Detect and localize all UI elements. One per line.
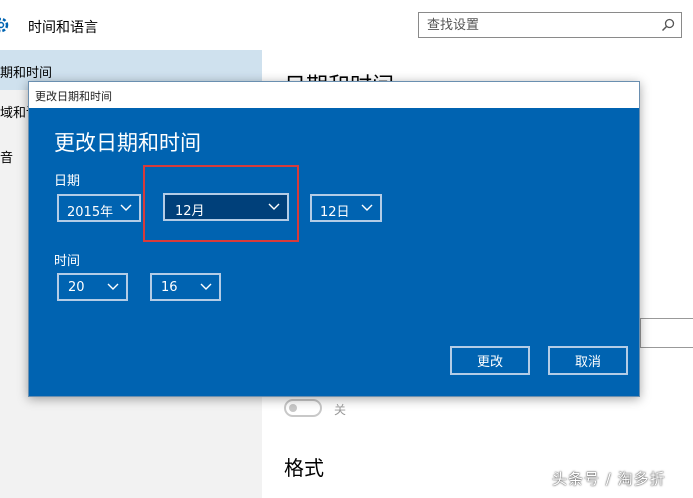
chevron-down-icon (120, 204, 132, 211)
chevron-down-icon (361, 204, 373, 211)
sidebar-item-label: 音 (0, 151, 14, 166)
hour-value: 20 (68, 280, 85, 295)
change-button[interactable]: 更改 (450, 346, 530, 375)
hour-dropdown[interactable]: 20 (57, 273, 128, 301)
cancel-button[interactable]: 取消 (548, 346, 628, 375)
time-label: 时间 (54, 254, 81, 269)
gear-icon (0, 17, 9, 33)
search-icon[interactable] (661, 18, 675, 32)
chevron-down-icon (200, 283, 212, 290)
year-value: 2015年 (67, 205, 114, 220)
dialog-window-title: 更改日期和时间 (35, 90, 112, 103)
highlight-box (143, 165, 299, 242)
change-datetime-dialog: 更改日期和时间 更改日期和时间 日期 2015年 12月 12日 时间 20 1… (28, 81, 640, 397)
chevron-down-icon (107, 283, 119, 290)
minute-value: 16 (161, 280, 178, 295)
day-value: 12日 (320, 205, 350, 220)
date-label: 日期 (54, 174, 81, 189)
app-title: 时间和语言 (28, 20, 98, 36)
timezone-dropdown[interactable] (640, 318, 693, 348)
search-input[interactable] (427, 14, 647, 36)
sidebar-item-label: 期和时间 (0, 66, 53, 81)
format-heading: 格式 (284, 456, 324, 480)
dialog-heading: 更改日期和时间 (54, 131, 201, 155)
watermark: 头条号 / 淘多折 (552, 470, 666, 488)
dialog-titlebar: 更改日期和时间 (29, 82, 639, 108)
year-dropdown[interactable]: 2015年 (57, 194, 141, 222)
minute-dropdown[interactable]: 16 (150, 273, 221, 301)
search-box[interactable] (418, 12, 682, 38)
toggle-switch[interactable] (284, 399, 322, 417)
day-dropdown[interactable]: 12日 (310, 194, 382, 222)
settings-titlebar: 时间和语言 (0, 0, 693, 51)
toggle-label: 关 (334, 403, 347, 417)
